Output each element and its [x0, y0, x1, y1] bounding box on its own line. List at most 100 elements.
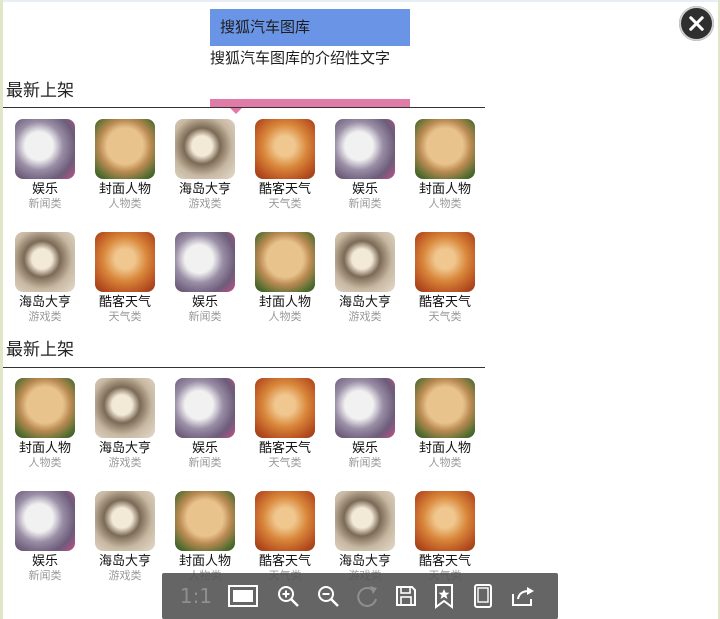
fit-screen-button[interactable]: [226, 573, 260, 619]
app-category: 天气类: [428, 310, 462, 323]
app-thumbnail[interactable]: [175, 491, 235, 551]
app-thumbnail[interactable]: [335, 491, 395, 551]
app-category: 游戏类: [348, 310, 382, 323]
zoom-in-button[interactable]: [272, 573, 304, 619]
app-tile[interactable]: 酷客天气天气类: [245, 378, 325, 469]
device-button[interactable]: [467, 573, 499, 619]
app-category: 新闻类: [28, 569, 62, 582]
window-left-border: [0, 0, 3, 619]
app-tile[interactable]: 海岛大亨游戏类: [165, 119, 245, 210]
app-thumbnail[interactable]: [415, 378, 475, 438]
app-category: 人物类: [428, 456, 462, 469]
app-category: 人物类: [108, 197, 142, 210]
app-name: 娱乐: [351, 441, 378, 456]
app-thumbnail[interactable]: [335, 378, 395, 438]
app-tile[interactable]: 娱乐 新闻类: [325, 119, 405, 210]
app-name: 海岛大亨: [98, 554, 151, 569]
app-thumbnail[interactable]: [175, 378, 235, 438]
app-thumbnail[interactable]: [15, 491, 75, 551]
share-button[interactable]: [506, 573, 540, 619]
app-thumbnail[interactable]: [95, 119, 155, 179]
app-thumbnail[interactable]: [255, 232, 315, 292]
app-name: 封面人物: [178, 554, 231, 569]
app-tile[interactable]: 海岛大亨游戏类: [85, 378, 165, 469]
app-tile[interactable]: 娱乐 新闻类: [5, 491, 85, 582]
app-tile[interactable]: 封面人物人物类: [405, 119, 485, 210]
actual-size-button[interactable]: 1:1: [176, 573, 216, 619]
app-name: 海岛大亨: [98, 441, 151, 456]
app-tile[interactable]: 封面人物人物类: [165, 491, 245, 582]
app-category: 人物类: [428, 197, 462, 210]
accent-bar: [210, 99, 410, 107]
bookmark-star-icon: [435, 584, 453, 609]
app-tile[interactable]: 封面人物人物类: [405, 378, 485, 469]
gallery-title: 搜狐汽车图库: [210, 9, 410, 46]
app-name: 娱乐: [191, 295, 218, 310]
app-name: 酷客天气: [258, 554, 311, 569]
app-category: 天气类: [268, 197, 302, 210]
app-tile[interactable]: 酷客天气天气类: [405, 491, 485, 582]
app-name: 娱乐: [191, 441, 218, 456]
app-thumbnail[interactable]: [95, 378, 155, 438]
app-tile[interactable]: 娱乐 新闻类: [165, 232, 245, 323]
app-name: 娱乐: [31, 182, 58, 197]
save-icon: [396, 586, 416, 606]
app-thumbnail[interactable]: [415, 119, 475, 179]
app-thumbnail[interactable]: [15, 378, 75, 438]
device-icon: [474, 584, 492, 608]
app-thumbnail[interactable]: [415, 232, 475, 292]
app-name: 封面人物: [258, 295, 311, 310]
save-button[interactable]: [390, 573, 422, 619]
app-tile[interactable]: 海岛大亨游戏类: [5, 232, 85, 323]
app-tile[interactable]: 娱乐 新闻类: [165, 378, 245, 469]
section-divider-1: [3, 107, 485, 108]
app-category: 新闻类: [188, 456, 222, 469]
app-category: 新闻类: [28, 197, 62, 210]
app-tile[interactable]: 酷客天气天气类: [85, 232, 165, 323]
app-name: 酷客天气: [258, 441, 311, 456]
app-tile[interactable]: 海岛大亨游戏类: [325, 491, 405, 582]
app-thumbnail[interactable]: [15, 119, 75, 179]
app-thumbnail[interactable]: [175, 119, 235, 179]
app-tile[interactable]: 娱乐 新闻类: [5, 119, 85, 210]
app-name: 封面人物: [18, 441, 71, 456]
app-tile[interactable]: 酷客天气天气类: [405, 232, 485, 323]
app-tile[interactable]: 封面人物人物类: [85, 119, 165, 210]
rotate-icon: [357, 586, 377, 607]
app-tile[interactable]: 娱乐 新闻类: [325, 378, 405, 469]
app-thumbnail[interactable]: [95, 232, 155, 292]
app-thumbnail[interactable]: [95, 491, 155, 551]
zoom-out-button[interactable]: [312, 573, 344, 619]
app-tile[interactable]: 封面人物人物类: [5, 378, 85, 469]
app-thumbnail[interactable]: [255, 119, 315, 179]
app-tile[interactable]: 封面人物人物类: [245, 232, 325, 323]
app-category: 天气类: [108, 310, 142, 323]
app-thumbnail[interactable]: [415, 491, 475, 551]
app-thumbnail[interactable]: [175, 232, 235, 292]
app-name: 海岛大亨: [178, 182, 231, 197]
section-title-1: 最新上架: [6, 81, 74, 101]
app-name: 娱乐: [31, 554, 58, 569]
app-category: 游戏类: [188, 197, 222, 210]
app-tile[interactable]: 酷客天气天气类: [245, 119, 325, 210]
app-category: 游戏类: [28, 310, 62, 323]
app-tile[interactable]: 海岛大亨游戏类: [85, 491, 165, 582]
app-thumbnail[interactable]: [255, 491, 315, 551]
app-tile[interactable]: 酷客天气天气类: [245, 491, 325, 582]
app-tile[interactable]: 海岛大亨游戏类: [325, 232, 405, 323]
rotate-button[interactable]: [352, 573, 384, 619]
app-thumbnail[interactable]: [335, 232, 395, 292]
app-name: 酷客天气: [258, 182, 311, 197]
window-top-border: [0, 0, 720, 2]
app-thumbnail[interactable]: [255, 378, 315, 438]
close-button[interactable]: [679, 6, 714, 41]
app-name: 娱乐: [351, 182, 378, 197]
app-category: 人物类: [28, 456, 62, 469]
app-thumbnail[interactable]: [15, 232, 75, 292]
image-viewer-toolbar: 1:1: [162, 573, 558, 619]
accent-pointer: [229, 107, 243, 114]
app-thumbnail[interactable]: [335, 119, 395, 179]
app-category: 人物类: [268, 310, 302, 323]
app-name: 封面人物: [418, 441, 471, 456]
favorite-button[interactable]: [428, 573, 460, 619]
